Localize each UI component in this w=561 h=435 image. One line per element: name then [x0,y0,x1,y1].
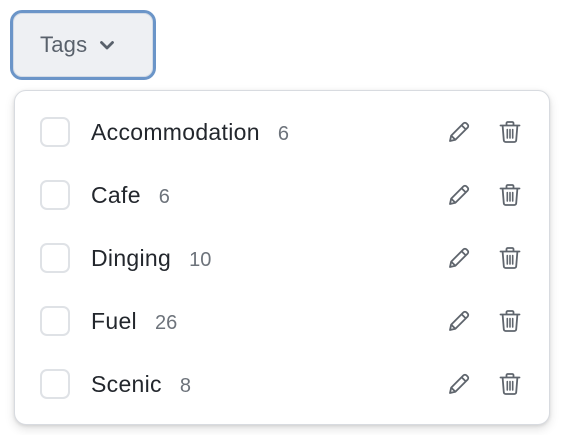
edit-tag-button[interactable] [445,370,473,398]
tag-label-wrap: Scenic 8 [91,371,191,398]
tag-count: 6 [158,185,170,208]
tag-label-wrap: Cafe 6 [91,182,170,209]
trash-icon [499,310,521,332]
pencil-icon [449,121,470,142]
delete-tag-button[interactable] [496,118,524,146]
tags-button-label: Tags [40,32,88,57]
delete-tag-button[interactable] [496,181,524,209]
delete-tag-button[interactable] [496,370,524,398]
tag-checkbox-accommodation[interactable] [40,117,70,147]
tag-checkbox-fuel[interactable] [40,306,70,336]
edit-tag-button[interactable] [445,307,473,335]
tag-row-accommodation: Accommodation 6 [15,108,549,156]
tag-label-wrap: Dinging 10 [91,245,211,272]
edit-tag-button[interactable] [445,118,473,146]
tag-name: Scenic [91,370,162,397]
chevron-down-icon [99,39,115,51]
tag-row-scenic: Scenic 8 [15,360,549,408]
tag-name: Fuel [91,307,137,334]
trash-icon [499,184,521,206]
delete-tag-button[interactable] [496,307,524,335]
edit-tag-button[interactable] [445,244,473,272]
tag-count: 26 [154,311,178,334]
tag-row-cafe: Cafe 6 [15,171,549,219]
tag-count: 6 [277,122,289,145]
pencil-icon [449,373,470,394]
tags-dropdown-button[interactable]: Tags [10,10,156,80]
pencil-icon [449,310,470,331]
tag-label-wrap: Accommodation 6 [91,119,289,146]
trash-icon [499,121,521,143]
tag-row-dinging: Dinging 10 [15,234,549,282]
tag-label-wrap: Fuel 26 [91,308,177,335]
pencil-icon [449,184,470,205]
edit-tag-button[interactable] [445,181,473,209]
trash-icon [499,247,521,269]
pencil-icon [449,247,470,268]
tag-checkbox-dinging[interactable] [40,243,70,273]
tag-name: Cafe [91,181,141,208]
tag-checkbox-scenic[interactable] [40,369,70,399]
tags-menu: Accommodation 6 Cafe 6 Dinging 10 Fuel 2… [14,90,550,425]
tag-count: 8 [179,374,191,397]
tag-name: Dinging [91,244,172,271]
trash-icon [499,373,521,395]
delete-tag-button[interactable] [496,244,524,272]
tag-name: Accommodation [91,118,260,145]
tag-checkbox-cafe[interactable] [40,180,70,210]
tag-row-fuel: Fuel 26 [15,297,549,345]
tag-count: 10 [189,248,212,271]
